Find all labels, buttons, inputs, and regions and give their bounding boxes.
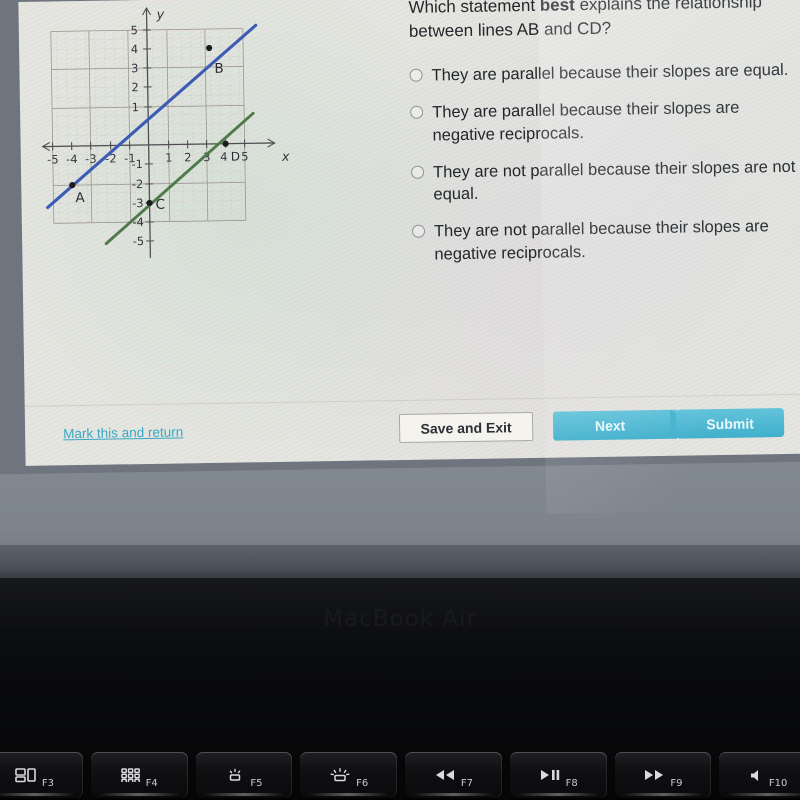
graph-svg: -5 -4 -3 -2 -1 1 2 3 4 5 5 4 3 2 1 -1 -2…	[41, 6, 290, 258]
svg-text:2: 2	[184, 150, 192, 164]
keyboard-backlight-up-icon	[329, 768, 351, 782]
mission-control-key[interactable]: F3	[0, 752, 83, 798]
answer-option-label-4: They are not parallel because their slop…	[433, 217, 769, 264]
svg-text:-3: -3	[85, 152, 97, 166]
svg-text:-1: -1	[131, 157, 143, 171]
question-emphasis: best	[539, 0, 575, 15]
point-b-label: B	[214, 61, 224, 77]
fn-key-label: F4	[145, 778, 158, 789]
laptop-screen: -5 -4 -3 -2 -1 1 2 3 4 5 5 4 3 2 1 -1 -2…	[0, 0, 800, 514]
key-bottom-sheen	[622, 793, 704, 796]
submit-button[interactable]: Submit	[675, 407, 785, 439]
fn-key-label: F10	[768, 778, 788, 789]
function-key-row: F3 F4 F5 F6 F7 F8 F9 F10	[0, 752, 800, 800]
svg-text:5: 5	[130, 23, 138, 37]
svg-text:2: 2	[131, 80, 139, 94]
fast-forward-key[interactable]: F9	[614, 752, 712, 798]
svg-text:3: 3	[131, 61, 139, 75]
answer-option-3[interactable]: They are not parallel because their slop…	[410, 155, 800, 207]
answer-option-label-3: They are not parallel because their slop…	[432, 157, 796, 204]
point-d-label: D	[231, 150, 240, 164]
fn-key-label: F8	[565, 778, 578, 789]
y-axis-label: y	[155, 8, 164, 23]
key-bottom-sheen	[412, 793, 495, 796]
rewind-icon	[434, 769, 456, 781]
launchpad-key[interactable]: F4	[90, 752, 188, 798]
macbook-wordmark: MacBook Air	[323, 606, 477, 632]
svg-text:1: 1	[165, 151, 173, 165]
answer-option-label-2: They are parallel because their slopes a…	[432, 98, 740, 145]
answer-option-label-1: They are parallel because their slopes a…	[431, 61, 789, 85]
answer-option-4[interactable]: They are not parallel because their slop…	[411, 215, 800, 267]
radio-button-icon-1[interactable]	[409, 68, 423, 83]
key-bottom-sheen	[307, 793, 390, 796]
answer-option-1[interactable]: They are parallel because their slopes a…	[409, 59, 797, 88]
svg-text:4: 4	[220, 150, 228, 164]
keyboard-brightness-down-key[interactable]: F5	[195, 752, 293, 798]
answer-option-2[interactable]: They are parallel because their slopes a…	[410, 96, 799, 148]
svg-text:-5: -5	[47, 152, 59, 166]
point-c-label: C	[155, 197, 165, 213]
svg-text:-3: -3	[132, 196, 144, 210]
mute-speaker-icon	[748, 769, 764, 782]
svg-text:-5: -5	[133, 234, 145, 248]
svg-text:-2: -2	[132, 177, 144, 191]
key-bottom-sheen	[0, 793, 76, 796]
play-pause-icon	[539, 769, 561, 781]
quiz-footer-bar: Mark this and return Save and Exit Next …	[24, 393, 800, 466]
rewind-key[interactable]: F7	[405, 752, 502, 798]
svg-text:5: 5	[241, 149, 249, 163]
fast-forward-icon	[643, 769, 665, 781]
question-text: Which statement best explains the relati…	[408, 0, 797, 44]
keyboard-backlight-down-icon	[225, 768, 245, 782]
key-bottom-sheen	[517, 793, 599, 796]
next-button[interactable]: Next	[552, 409, 678, 441]
save-and-exit-button[interactable]: Save and Exit	[398, 411, 534, 444]
x-axis-label: x	[281, 150, 290, 165]
fn-key-label: F5	[250, 778, 263, 789]
radio-button-icon-3[interactable]	[410, 165, 425, 179]
coordinate-graph: -5 -4 -3 -2 -1 1 2 3 4 5 5 4 3 2 1 -1 -2…	[36, 0, 300, 270]
radio-button-icon-4[interactable]	[411, 224, 426, 238]
fn-key-label: F6	[356, 778, 369, 789]
mission-control-icon	[15, 767, 37, 783]
svg-text:1: 1	[132, 100, 140, 114]
radio-button-icon-2[interactable]	[410, 105, 424, 119]
fn-key-label: F7	[460, 778, 473, 789]
fn-key-label: F9	[670, 778, 683, 789]
quiz-page: -5 -4 -3 -2 -1 1 2 3 4 5 5 4 3 2 1 -1 -2…	[18, 0, 800, 514]
play-pause-key[interactable]: F8	[509, 752, 607, 798]
mark-this-and-return-link[interactable]: Mark this and return	[63, 424, 183, 441]
answer-options-list: They are parallel because their slopes a…	[409, 59, 800, 266]
key-bottom-sheen	[98, 793, 180, 796]
keyboard-brightness-up-key[interactable]: F6	[300, 752, 397, 798]
fn-key-label: F3	[41, 778, 54, 789]
question-column: Which statement best explains the relati…	[408, 0, 800, 280]
launchpad-grid-icon	[120, 768, 141, 782]
svg-text:-4: -4	[66, 152, 78, 166]
point-a-label: A	[75, 190, 85, 206]
key-bottom-sheen	[726, 793, 800, 796]
mute-key[interactable]: F10	[719, 752, 800, 798]
question-prefix: Which statement	[408, 0, 540, 17]
svg-text:4: 4	[131, 42, 139, 56]
key-bottom-sheen	[203, 793, 285, 796]
photo-of-laptop-screen: MacBook Air F3 F4 F5 F6 F7 F8 F9 F10 -5 …	[0, 0, 800, 800]
